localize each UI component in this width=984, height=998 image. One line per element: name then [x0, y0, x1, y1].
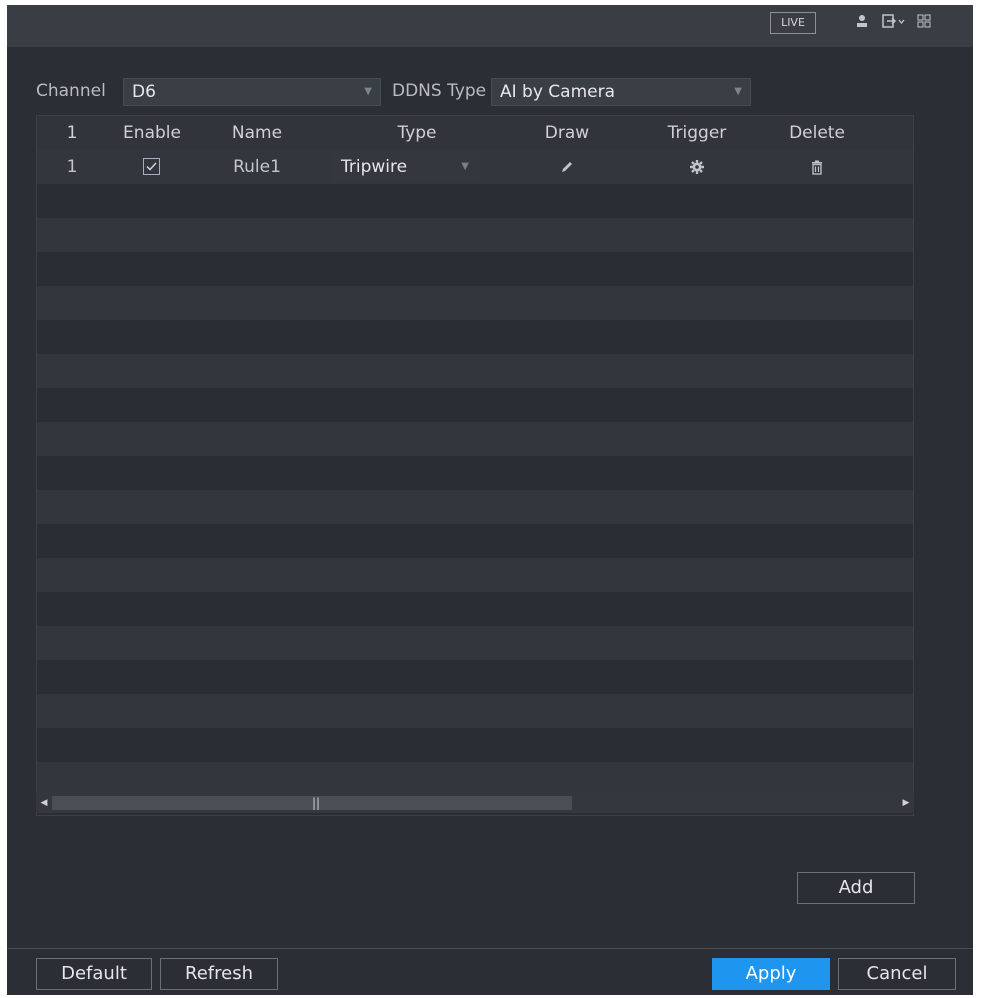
column-header-type: Type — [397, 123, 437, 143]
cancel-button[interactable]: Cancel — [838, 958, 956, 990]
empty-table-row — [37, 490, 913, 524]
column-header-delete: Delete — [789, 123, 845, 143]
row-index: 1 — [66, 157, 78, 177]
logout-icon[interactable] — [881, 14, 907, 32]
chevron-down-icon: ▼ — [734, 86, 742, 97]
enable-checkbox[interactable] — [143, 158, 160, 175]
empty-table-row — [37, 524, 913, 558]
empty-table-row — [37, 456, 913, 490]
apply-button[interactable]: Apply — [712, 958, 830, 990]
empty-table-row — [37, 558, 913, 592]
table-row[interactable]: 1 Rule1 Tripwire ▼ — [37, 150, 913, 184]
rule-name: Rule1 — [233, 157, 281, 177]
scroll-right-icon[interactable]: ▶ — [898, 793, 914, 813]
table-header: 1 Enable Name Type Draw Trigger Delete — [37, 116, 913, 150]
empty-table-row — [37, 286, 913, 320]
column-header-index: 1 — [66, 123, 78, 143]
column-header-enable: Enable — [123, 123, 181, 143]
live-button[interactable]: LIVE — [770, 12, 816, 34]
column-header-name: Name — [231, 123, 283, 143]
scroll-left-icon[interactable]: ◀ — [36, 793, 52, 813]
channel-select[interactable]: D6 ▼ — [123, 78, 381, 106]
user-icon[interactable] — [853, 14, 871, 32]
type-select[interactable]: Tripwire ▼ — [333, 152, 479, 182]
add-button[interactable]: Add — [797, 872, 915, 904]
top-bar: LIVE — [7, 5, 973, 47]
column-header-trigger: Trigger — [667, 123, 727, 143]
empty-table-row — [37, 252, 913, 286]
grip-icon: || — [312, 796, 321, 810]
chevron-down-icon: ▼ — [364, 86, 372, 97]
type-value: Tripwire — [341, 157, 408, 177]
footer-divider — [7, 948, 973, 949]
rules-table: 1 Enable Name Type Draw Trigger Delete 1… — [36, 115, 914, 816]
empty-table-row — [37, 592, 913, 626]
column-header-draw: Draw — [544, 123, 590, 143]
empty-table-row — [37, 388, 913, 422]
ddns-type-select[interactable]: AI by Camera ▼ — [491, 78, 751, 106]
empty-table-row — [37, 694, 913, 728]
ddns-type-value: AI by Camera — [500, 82, 616, 102]
default-button[interactable]: Default — [36, 958, 152, 990]
channel-label: Channel — [36, 81, 106, 101]
empty-table-row — [37, 728, 913, 762]
empty-table-row — [37, 762, 913, 796]
menu-grid-icon[interactable] — [915, 14, 933, 32]
ai-rule-settings-window: LIVE Channel D6 ▼ DDNS Type AI by Camera… — [7, 5, 973, 995]
chevron-down-icon: ▼ — [461, 161, 469, 172]
empty-table-row — [37, 626, 913, 660]
refresh-button[interactable]: Refresh — [160, 958, 278, 990]
empty-table-row — [37, 218, 913, 252]
horizontal-scrollbar[interactable]: ◀ || ▶ — [36, 793, 914, 813]
pencil-icon[interactable] — [527, 150, 607, 184]
empty-table-row — [37, 354, 913, 388]
empty-table-row — [37, 422, 913, 456]
scrollbar-thumb[interactable]: || — [52, 796, 572, 810]
empty-table-row — [37, 320, 913, 354]
ddns-type-label: DDNS Type — [392, 81, 487, 101]
trash-icon[interactable] — [767, 150, 867, 184]
channel-value: D6 — [132, 82, 156, 102]
empty-table-row — [37, 184, 913, 218]
empty-table-row — [37, 660, 913, 694]
gear-icon[interactable] — [647, 150, 747, 184]
